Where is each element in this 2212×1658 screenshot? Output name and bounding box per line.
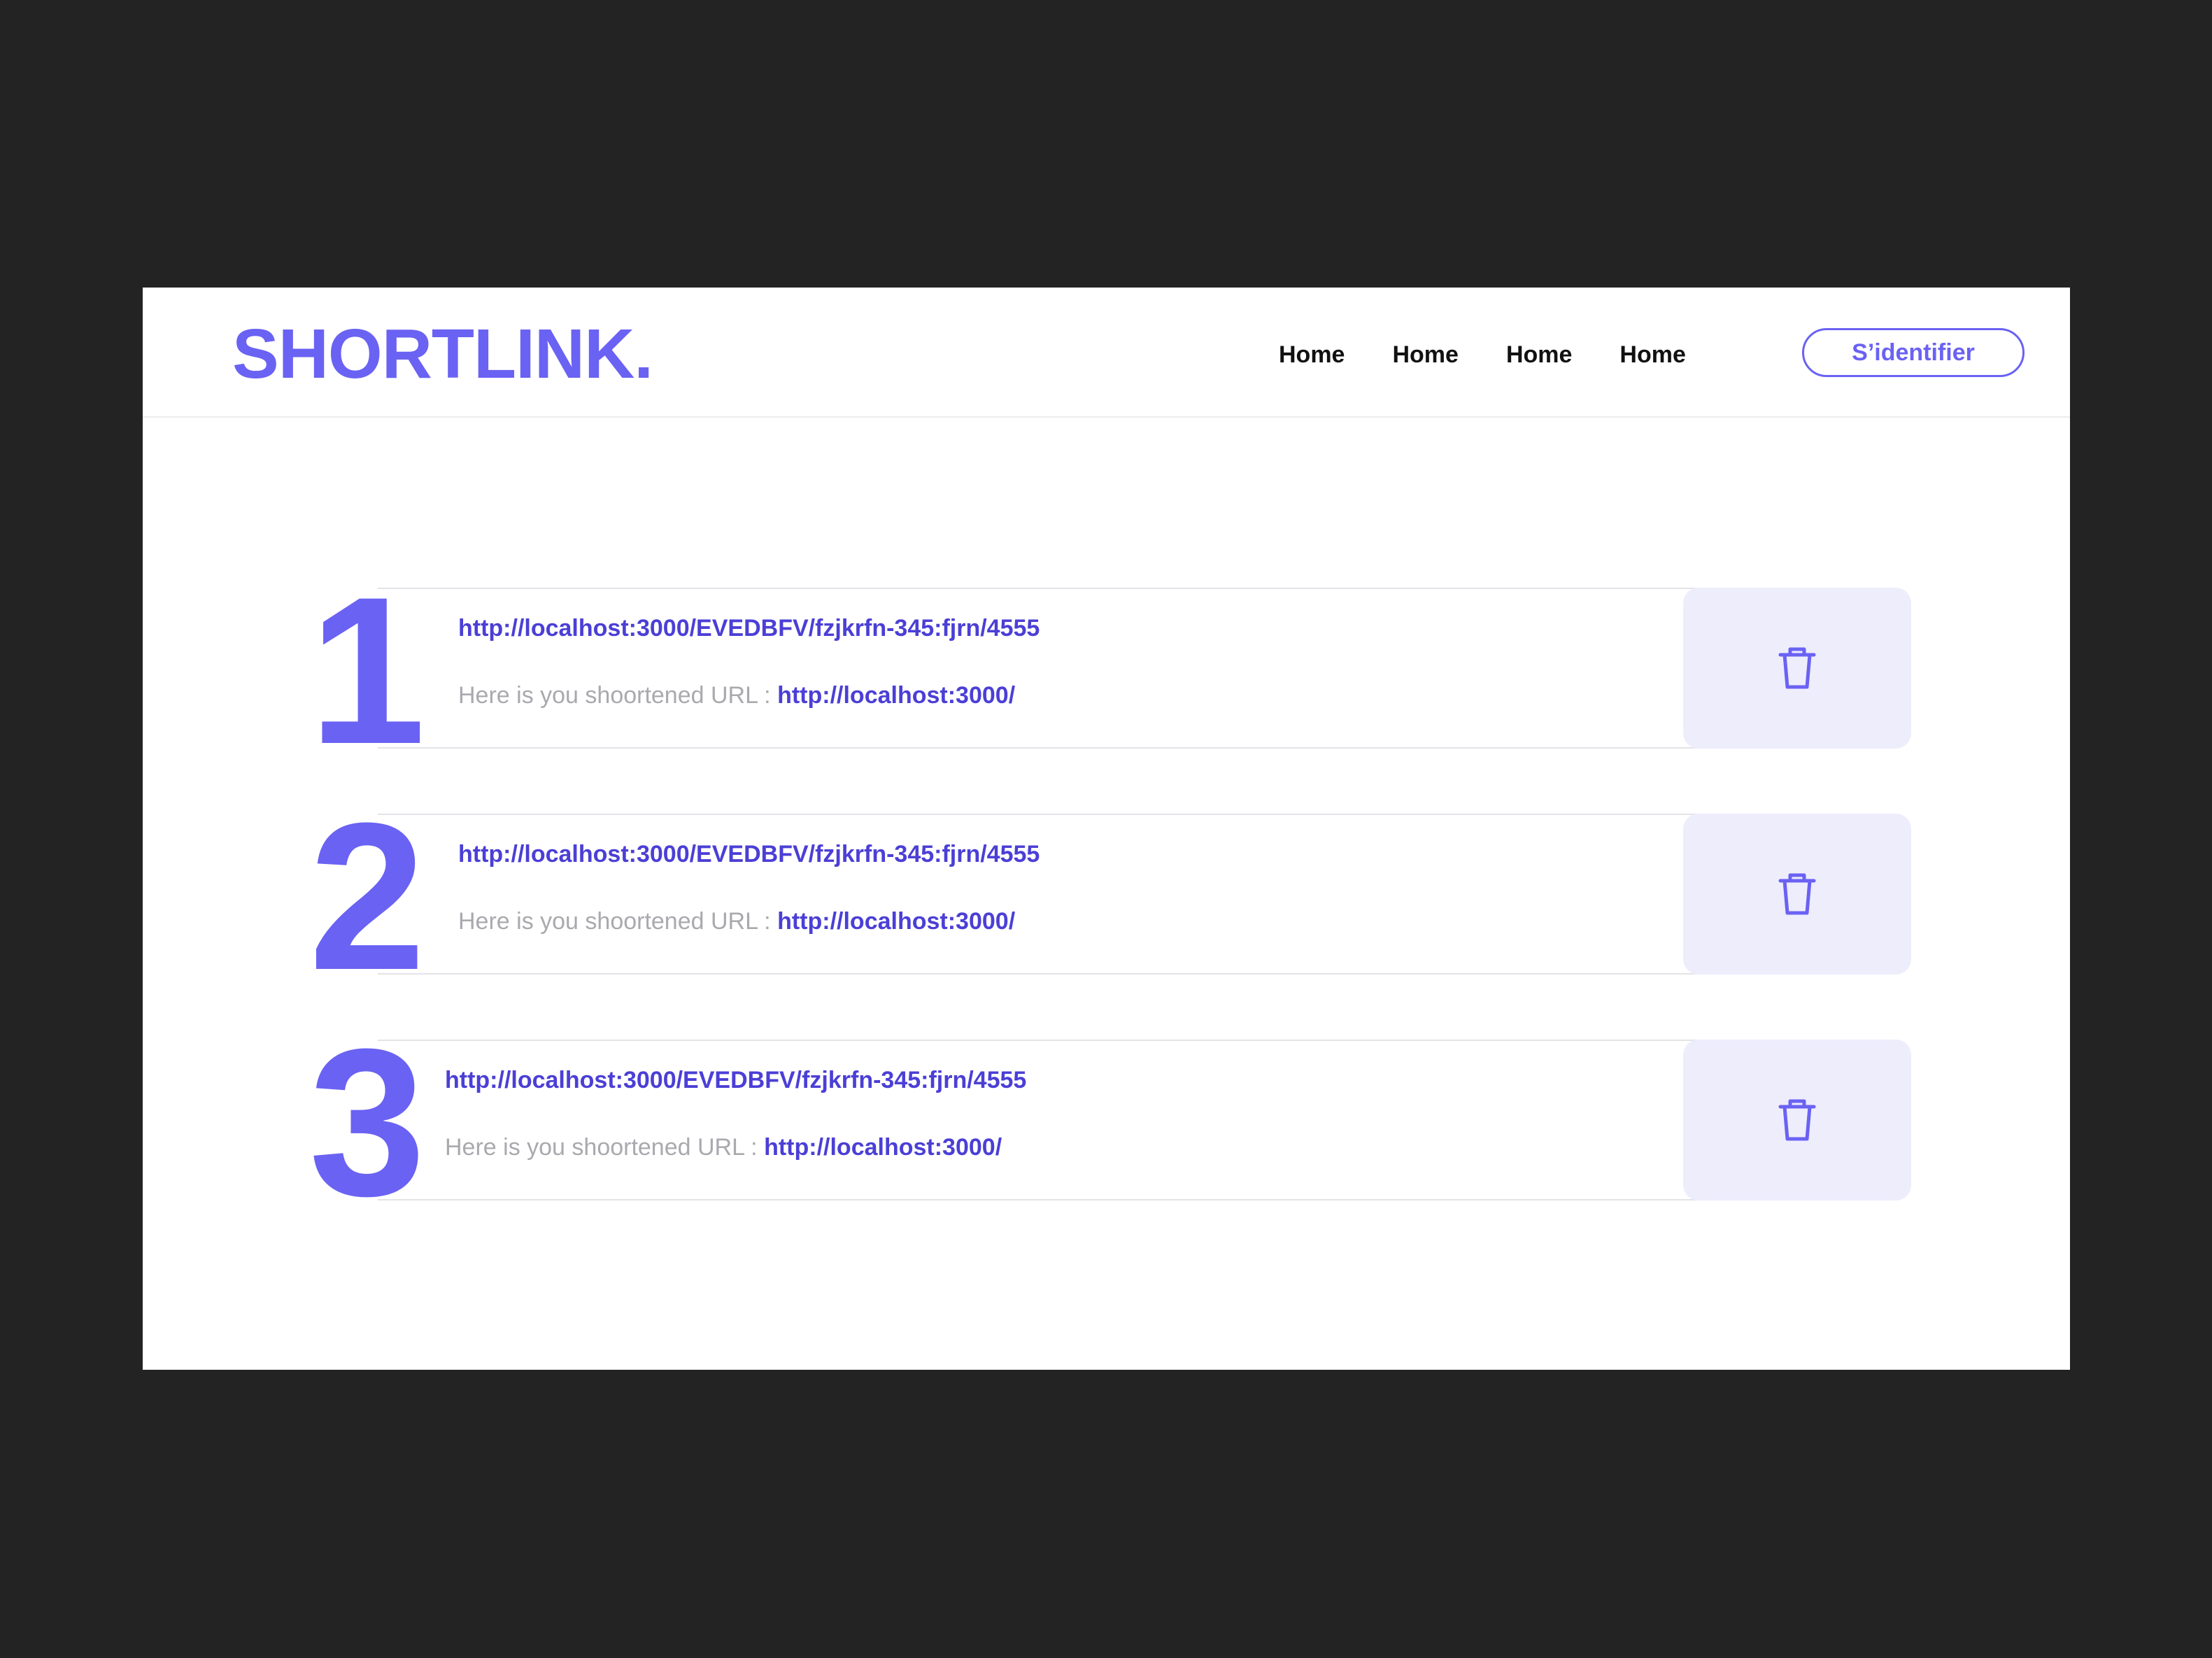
short-url-link[interactable]: http://localhost:3000/ (777, 682, 1015, 709)
trash-icon (1778, 646, 1817, 690)
short-url-link[interactable]: http://localhost:3000/ (764, 1134, 1002, 1161)
short-url-link[interactable]: http://localhost:3000/ (777, 908, 1015, 935)
short-url-line: Here is you shoortened URL : http://loca… (458, 905, 1015, 938)
link-row-1: 1 http://localhost:3000/EVEDBFV/fzjkrfn-… (143, 565, 2070, 775)
delete-button[interactable] (1683, 814, 1911, 975)
shortened-links-list: 1 http://localhost:3000/EVEDBFV/fzjkrfn-… (143, 288, 2070, 1370)
row-number: 3 (309, 1005, 426, 1240)
delete-button[interactable] (1683, 1040, 1911, 1200)
link-row-3: 3 http://localhost:3000/EVEDBFV/fzjkrfn-… (143, 1017, 2070, 1227)
short-url-label: Here is you shoortened URL : (458, 682, 771, 709)
short-url-label: Here is you shoortened URL : (445, 1134, 758, 1161)
trash-icon (1778, 872, 1817, 916)
delete-button[interactable] (1683, 588, 1911, 749)
short-url-line: Here is you shoortened URL : http://loca… (445, 1131, 1002, 1164)
original-url-link[interactable]: http://localhost:3000/EVEDBFV/fzjkrfn-34… (445, 1063, 1026, 1097)
link-row-2: 2 http://localhost:3000/EVEDBFV/fzjkrfn-… (143, 791, 2070, 1001)
original-url-link[interactable]: http://localhost:3000/EVEDBFV/fzjkrfn-34… (458, 611, 1040, 645)
trash-icon (1778, 1098, 1817, 1142)
app-window: SHORTLINK. Home Home Home Home S’identif… (143, 288, 2070, 1370)
row-number: 1 (309, 553, 426, 788)
short-url-label: Here is you shoortened URL : (458, 908, 771, 935)
short-url-line: Here is you shoortened URL : http://loca… (458, 679, 1015, 712)
original-url-link[interactable]: http://localhost:3000/EVEDBFV/fzjkrfn-34… (458, 837, 1040, 871)
row-number: 2 (309, 779, 426, 1014)
